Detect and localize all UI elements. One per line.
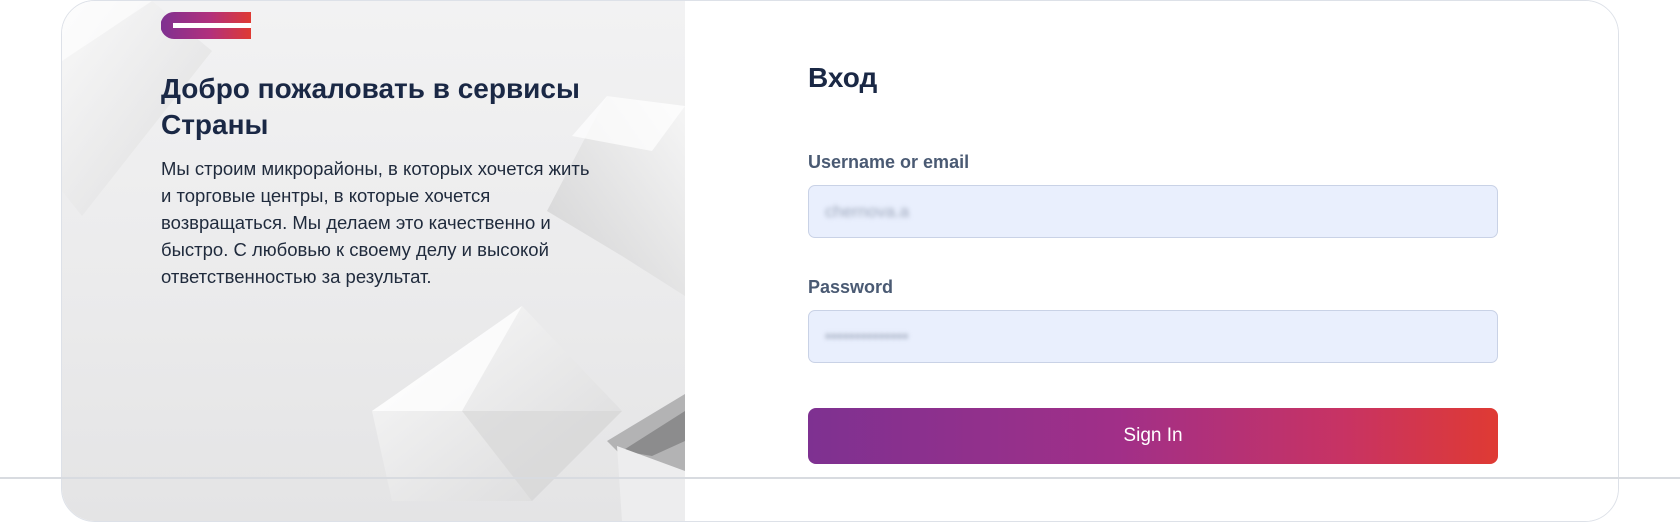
username-label: Username or email: [808, 152, 970, 172]
welcome-description: Мы строим микрорайоны, в которых хочется…: [161, 158, 590, 287]
login-form-panel: Вход Username or email chernova.a Passwo…: [685, 1, 1618, 521]
welcome-title: Добро пожаловать в сервисы Страны: [161, 73, 580, 140]
login-card: Добро пожаловать в сервисы Страны Мы стр…: [61, 0, 1619, 522]
password-value: ••••••••••••••: [825, 326, 909, 346]
sign-in-button[interactable]: Sign In: [808, 408, 1498, 464]
username-value: chernova.a: [825, 201, 910, 221]
username-input[interactable]: chernova.a: [808, 185, 1498, 238]
password-input[interactable]: ••••••••••••••: [808, 310, 1498, 363]
brand-logo-icon: [161, 12, 251, 39]
welcome-panel: Добро пожаловать в сервисы Страны Мы стр…: [62, 1, 685, 521]
login-title: Вход: [808, 62, 878, 93]
password-label: Password: [808, 277, 894, 297]
